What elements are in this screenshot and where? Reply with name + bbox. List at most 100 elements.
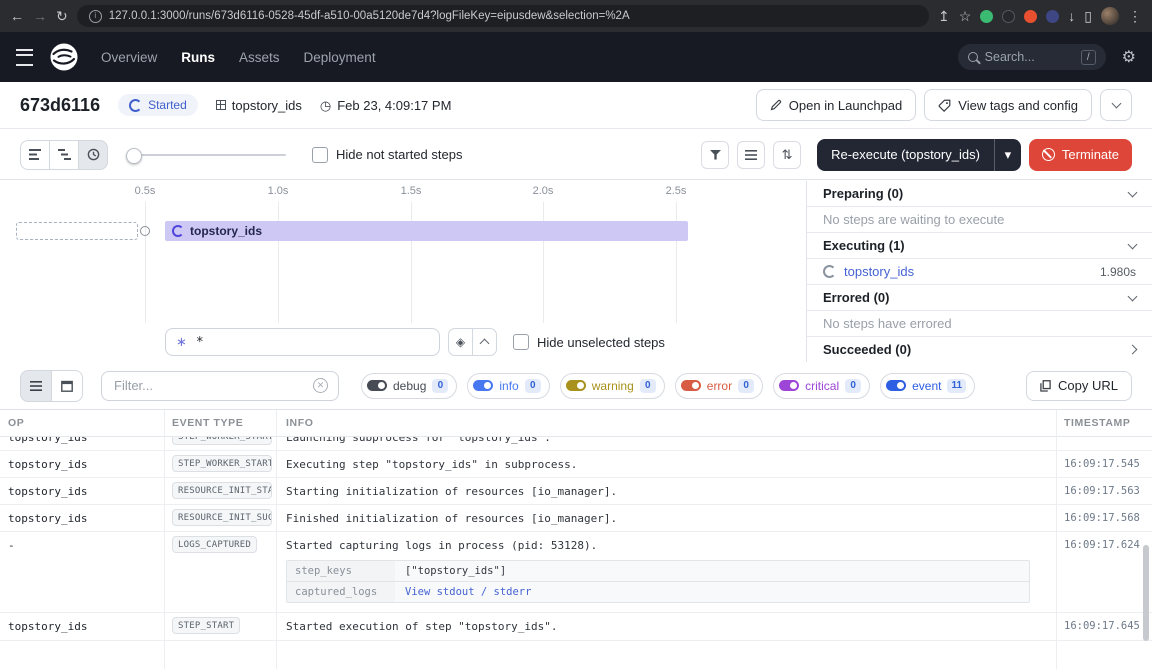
tag-icon: [938, 99, 951, 112]
level-toggle[interactable]: [681, 380, 701, 391]
empty-state-text: No steps have errored: [823, 316, 952, 331]
level-toggle[interactable]: [886, 380, 906, 391]
hide-not-started-checkbox-row[interactable]: Hide not started steps: [312, 147, 462, 163]
log-level-chip-warning[interactable]: warning 0: [560, 373, 665, 399]
gantt-zoom-group: ◈: [448, 328, 497, 356]
run-status-badge: Started: [118, 94, 198, 116]
log-row[interactable]: topstory_ids RESOURCE_INIT_SUCC... Finis…: [0, 505, 1152, 532]
log-row[interactable]: topstory_ids STEP_WORKER_STARTI... Launc…: [0, 437, 1152, 451]
checkbox-icon[interactable]: [513, 334, 529, 350]
open-in-launchpad-button[interactable]: Open in Launchpad: [756, 89, 916, 121]
level-toggle[interactable]: [473, 380, 493, 391]
forward-icon[interactable]: →: [33, 9, 47, 23]
settings-gear-icon[interactable]: ⚙: [1122, 47, 1136, 67]
sort-order-button[interactable]: ⇅: [773, 141, 801, 169]
log-row-logs-captured[interactable]: - LOGS_CAPTURED Started capturing logs i…: [0, 532, 1152, 613]
slider-knob[interactable]: [126, 148, 142, 164]
nav-item-overview[interactable]: Overview: [101, 50, 157, 65]
level-count-badge: 0: [525, 379, 541, 393]
global-search[interactable]: Search... /: [958, 44, 1106, 70]
dagster-logo[interactable]: [49, 42, 79, 72]
job-grid-icon: [216, 100, 226, 110]
log-level-chip-error[interactable]: error 0: [675, 373, 763, 399]
log-row[interactable]: topstory_ids STEP_START Started executio…: [0, 613, 1152, 641]
gantt-zoom-slider[interactable]: [126, 148, 286, 162]
metadata-row: captured_logs View stdout / stderr: [287, 581, 1029, 602]
reexecute-button[interactable]: Re-execute (topstory_ids): [817, 139, 994, 171]
info-cell: Starting initialization of resources [io…: [276, 478, 1056, 504]
info-text: Started capturing logs in process (pid: …: [286, 539, 597, 552]
extension-icon-blue[interactable]: [1046, 10, 1059, 23]
section-errored-header[interactable]: Errored (0): [807, 285, 1152, 311]
view-stdout-stderr-link[interactable]: View stdout / stderr: [395, 582, 1029, 602]
gantt-step-bar[interactable]: topstory_ids: [165, 221, 688, 241]
row-density-button[interactable]: [737, 141, 765, 169]
log-filter-field[interactable]: [112, 377, 307, 394]
step-query-field[interactable]: [194, 334, 429, 351]
extension-icon-dark[interactable]: [1002, 10, 1015, 23]
timestamp-cell[interactable]: 16:09:17.624: [1056, 532, 1142, 612]
view-tags-config-button[interactable]: View tags and config: [924, 89, 1092, 121]
view-tags-config-label: View tags and config: [958, 98, 1078, 113]
view-mode-timed-button[interactable]: [78, 140, 108, 170]
log-level-chip-debug[interactable]: debug 0: [361, 373, 457, 399]
section-executing-header[interactable]: Executing (1): [807, 233, 1152, 259]
log-row[interactable]: topstory_ids RESOURCE_INIT_STAR... Start…: [0, 478, 1152, 505]
nav-item-deployment[interactable]: Deployment: [304, 50, 376, 65]
timestamp-cell[interactable]: [1056, 437, 1142, 450]
section-preparing-header[interactable]: Preparing (0): [807, 181, 1152, 207]
log-level-chip-critical[interactable]: critical 0: [773, 373, 870, 399]
side-panel-icon[interactable]: ▯: [1084, 9, 1092, 23]
view-mode-waterfall-button[interactable]: [49, 140, 79, 170]
log-row[interactable]: topstory_ids STEP_WORKER_STARTED Executi…: [0, 451, 1152, 478]
nav-item-runs[interactable]: Runs: [181, 50, 215, 65]
event-type-tag: RESOURCE_INIT_SUCC...: [172, 509, 272, 526]
op-cell: topstory_ids: [0, 478, 164, 504]
back-icon[interactable]: ←: [10, 9, 24, 23]
level-toggle[interactable]: [566, 380, 586, 391]
reload-icon[interactable]: ↻: [56, 9, 68, 23]
log-table-view-button[interactable]: [51, 370, 83, 402]
checkbox-icon[interactable]: [312, 147, 328, 163]
section-succeeded-header[interactable]: Succeeded (0): [807, 337, 1152, 362]
log-level-chip-event[interactable]: event 11: [880, 373, 975, 399]
extension-icon-green[interactable]: [980, 10, 993, 23]
run-job-name[interactable]: topstory_ids: [216, 98, 302, 113]
timestamp-cell[interactable]: 16:09:17.545: [1056, 451, 1142, 477]
bookmark-star-icon[interactable]: ☆: [959, 9, 972, 23]
timestamp-cell[interactable]: 16:09:17.645: [1056, 613, 1142, 640]
url-bar[interactable]: i 127.0.0.1:3000/runs/673d6116-0528-45df…: [77, 5, 929, 27]
hide-unselected-checkbox-row[interactable]: Hide unselected steps: [513, 334, 665, 350]
log-scrollbar-thumb[interactable]: [1143, 545, 1149, 641]
timestamp-cell[interactable]: 16:09:17.563: [1056, 478, 1142, 504]
nav-item-assets[interactable]: Assets: [239, 50, 280, 65]
step-link[interactable]: topstory_ids: [844, 264, 1100, 279]
downloads-icon[interactable]: ↓: [1068, 9, 1075, 23]
extension-icon-red[interactable]: [1024, 10, 1037, 23]
hamburger-menu-icon[interactable]: [16, 49, 33, 66]
zoom-fit-button[interactable]: ◈: [448, 328, 473, 356]
step-selection-input[interactable]: ∗: [165, 328, 440, 356]
terminate-button[interactable]: Terminate: [1029, 139, 1132, 171]
site-info-icon[interactable]: i: [89, 10, 102, 23]
run-more-actions-button[interactable]: [1100, 89, 1132, 121]
view-mode-flat-button[interactable]: [20, 140, 50, 170]
log-level-chip-info[interactable]: info 0: [467, 373, 549, 399]
clear-filter-icon[interactable]: ✕: [313, 378, 328, 393]
share-icon[interactable]: ↥: [938, 9, 950, 23]
timestamp-cell[interactable]: 16:09:17.568: [1056, 505, 1142, 531]
level-toggle[interactable]: [367, 380, 387, 391]
reexecute-dropdown-caret[interactable]: ▾: [994, 139, 1021, 171]
copy-url-button[interactable]: Copy URL: [1026, 371, 1132, 401]
log-list-view-button[interactable]: [20, 370, 52, 402]
collapse-button[interactable]: [472, 328, 497, 356]
browser-profile-avatar[interactable]: [1101, 7, 1119, 25]
executing-step-row[interactable]: topstory_ids 1.980s: [807, 259, 1152, 285]
filter-funnel-button[interactable]: [701, 141, 729, 169]
pencil-icon: [770, 99, 782, 111]
gantt-bar-label: topstory_ids: [190, 224, 262, 238]
level-toggle[interactable]: [779, 380, 799, 391]
calendar-view-icon: [61, 380, 73, 392]
browser-menu-icon[interactable]: ⋮: [1128, 9, 1142, 23]
log-filter-input[interactable]: ✕: [101, 371, 339, 401]
